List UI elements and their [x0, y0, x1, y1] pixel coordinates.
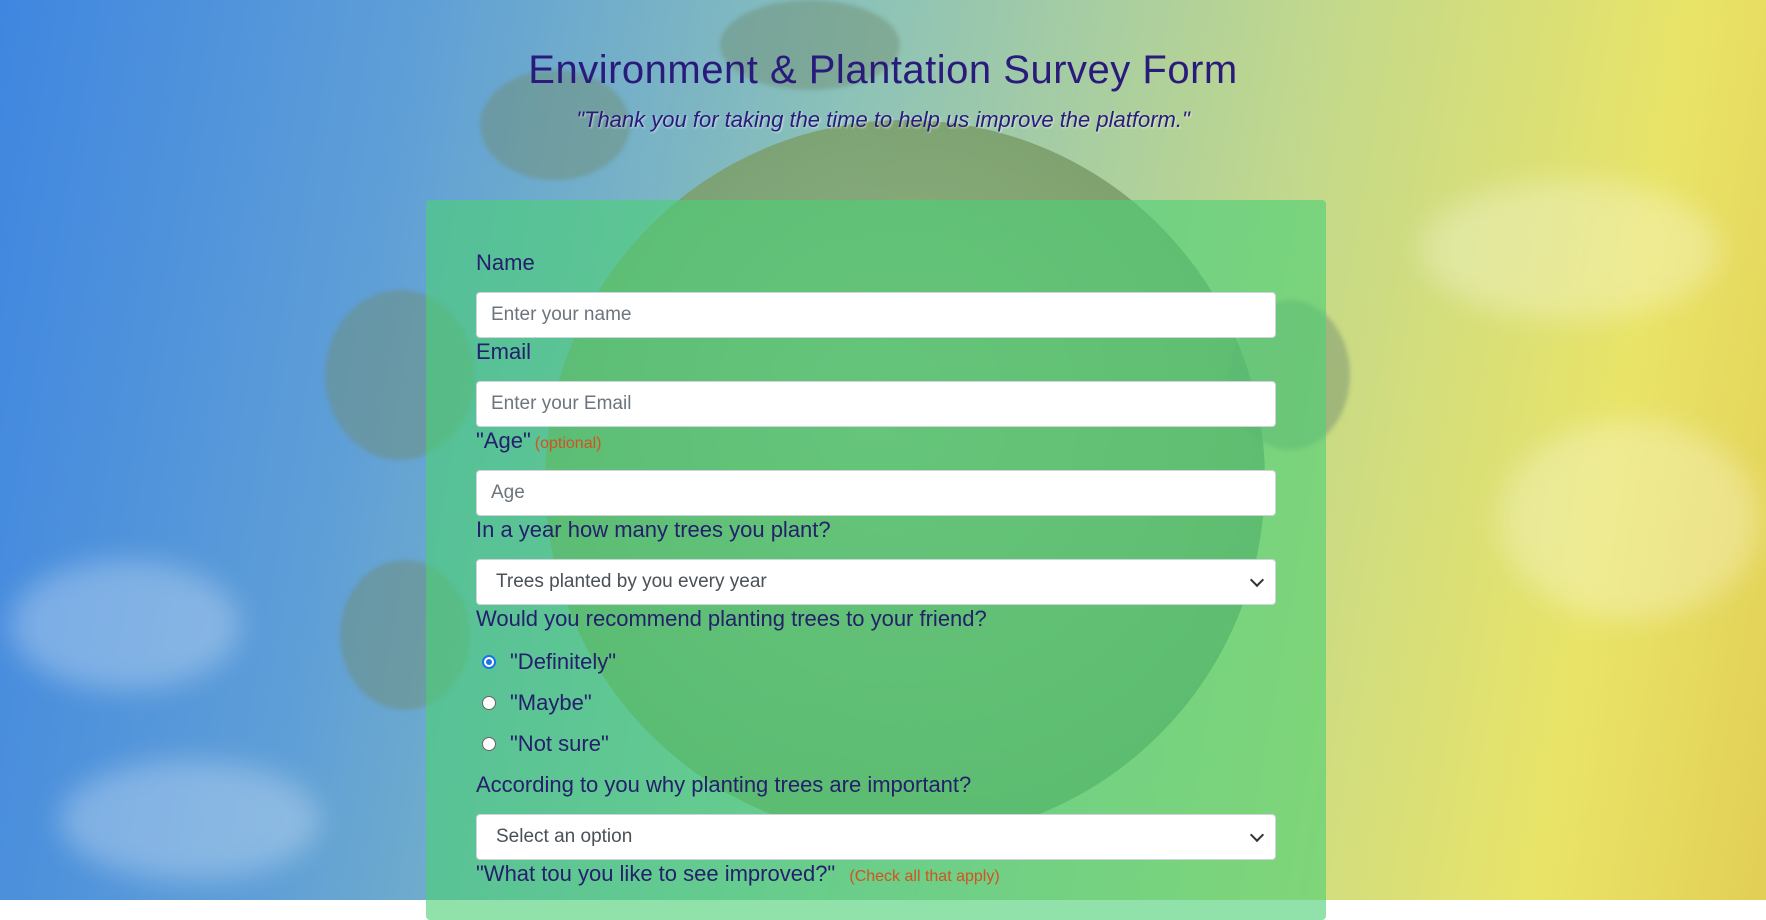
improve-hint: (Check all that apply) [849, 868, 1000, 885]
page-subtitle: "Thank you for taking the time to help u… [576, 107, 1190, 132]
cloud-decoration [10, 560, 240, 690]
trees-per-year-value: Trees planted by you every year [476, 559, 1276, 605]
survey-form: Name Email "Age"(optional) In a year how… [426, 200, 1326, 920]
improve-label: "What tou you like to see improved?" [476, 861, 836, 886]
radio-label: "Maybe" [510, 690, 592, 715]
radio-label: "Definitely" [510, 649, 617, 674]
page-title: Environment & Plantation Survey Form [528, 48, 1238, 92]
radio-label: "Not sure" [510, 731, 609, 756]
cloud-decoration [60, 760, 320, 880]
improve-label-group: "What tou you like to see improved?" (Ch… [476, 861, 1000, 887]
page-header: Environment & Plantation Survey Form "Th… [0, 48, 1766, 133]
radio-button-checked[interactable] [482, 655, 496, 669]
recommend-option-maybe[interactable]: "Maybe" [476, 690, 592, 716]
recommend-option-definitely[interactable]: "Definitely" [476, 649, 616, 675]
importance-value: Select an option [476, 814, 1276, 860]
trees-per-year-dropdown[interactable]: Trees planted by you every year [476, 559, 1276, 605]
trees-per-year-label: In a year how many trees you plant? [476, 517, 831, 542]
recommend-label: Would you recommend planting trees to yo… [476, 606, 987, 631]
radio-button[interactable] [482, 696, 496, 710]
cloud-decoration [1420, 180, 1720, 320]
radio-button[interactable] [482, 737, 496, 751]
cloud-decoration [1500, 420, 1760, 620]
name-input[interactable] [476, 292, 1276, 338]
email-label: Email [476, 339, 532, 364]
age-optional-hint: (optional) [534, 435, 602, 452]
age-input[interactable] [476, 470, 1276, 516]
importance-dropdown[interactable]: Select an option [476, 814, 1276, 860]
name-label: Name [476, 250, 535, 275]
email-input[interactable] [476, 381, 1276, 427]
importance-label: According to you why planting trees are … [476, 772, 972, 797]
age-label-group: "Age" (optional) [476, 428, 601, 454]
recommend-option-not-sure[interactable]: "Not sure" [476, 731, 609, 757]
age-label: "Age" [476, 428, 531, 453]
